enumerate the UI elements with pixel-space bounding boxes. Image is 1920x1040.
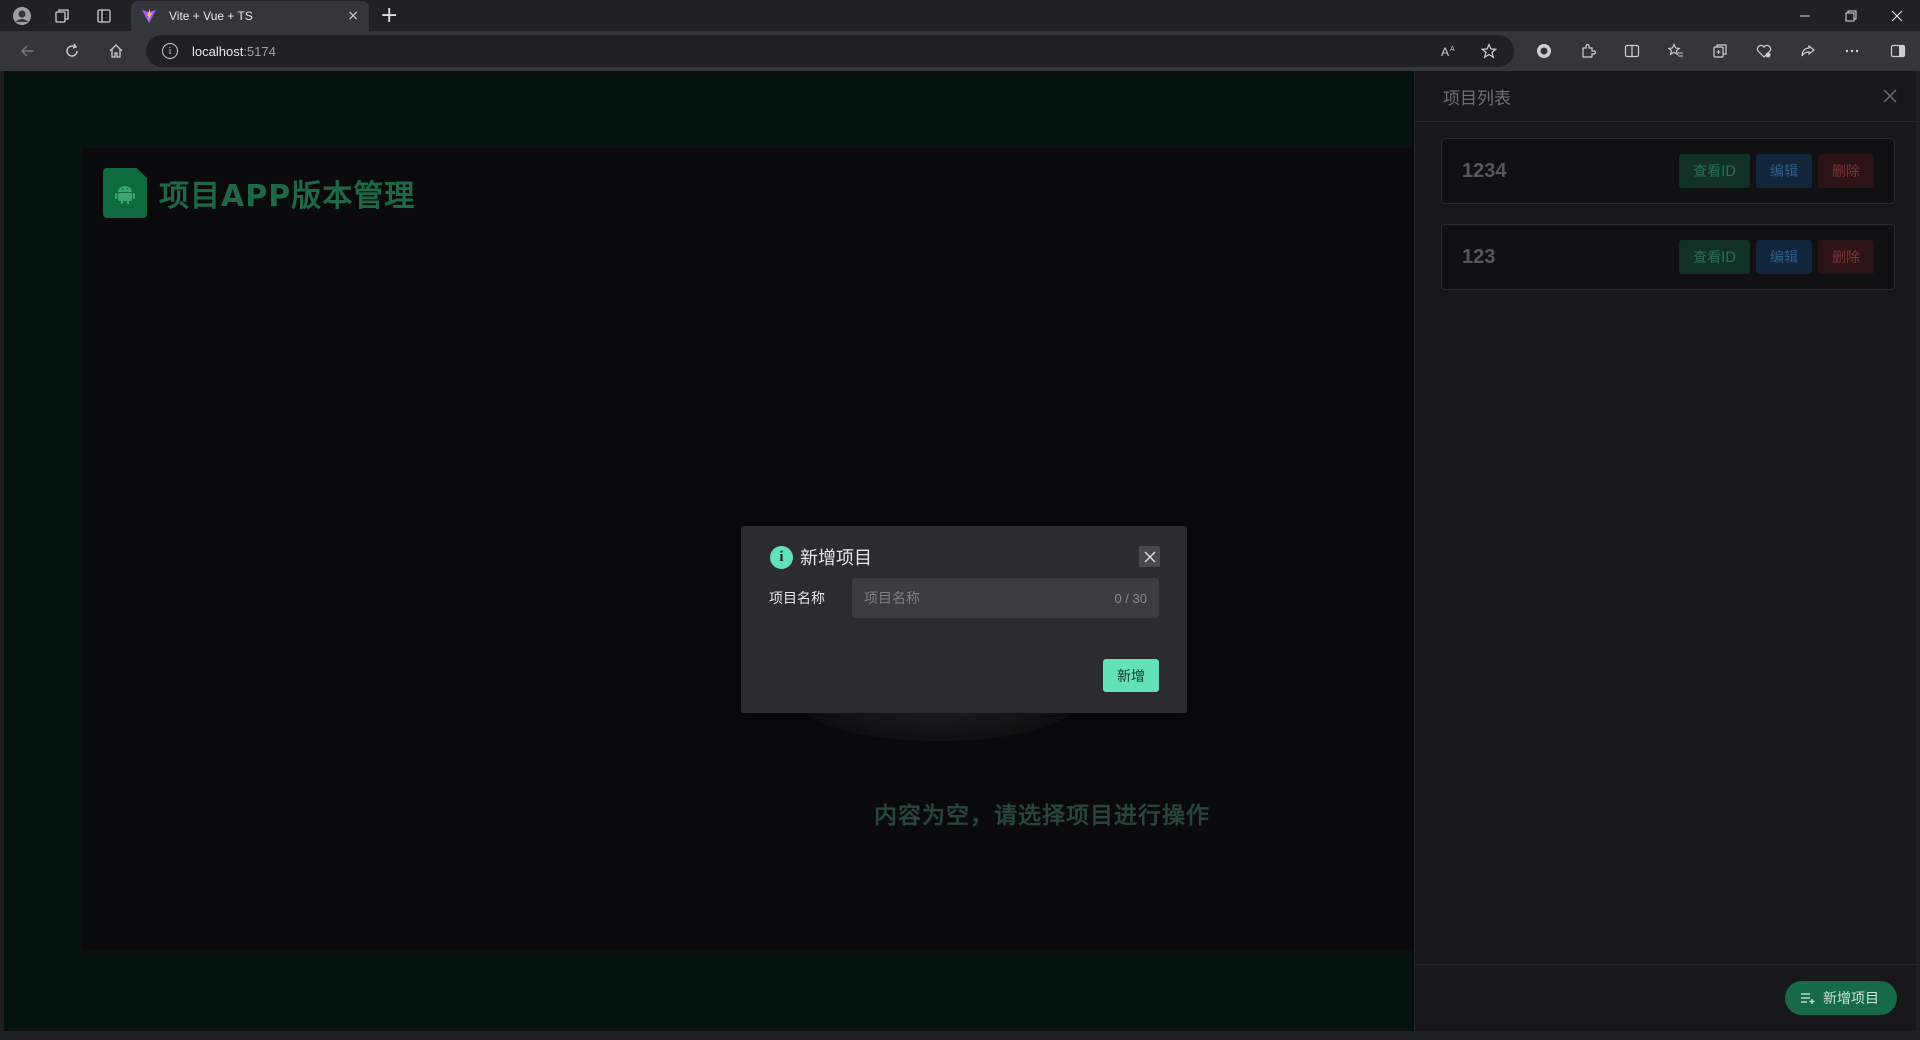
read-aloud-icon[interactable]: AA	[1438, 41, 1460, 61]
share-icon[interactable]	[1796, 39, 1820, 63]
new-project-dialog: i 新增项目 项目名称 项目名称 0 / 30 新增	[741, 526, 1187, 713]
browser-essentials-icon[interactable]	[1752, 39, 1776, 63]
url-text: localhost:5174	[192, 43, 276, 59]
drawer-header: 项目列表	[1415, 71, 1916, 122]
project-name: 123	[1462, 245, 1496, 268]
collections-icon[interactable]	[50, 4, 74, 28]
page-viewport: 项目APP版本管理 内容为空，请选择项目进行操作 项目列表 1234 查看ID …	[4, 71, 1916, 1031]
dialog-header: i 新增项目	[770, 544, 872, 570]
brand-header: 项目APP版本管理	[103, 168, 415, 218]
submit-button[interactable]: 新增	[1103, 659, 1159, 692]
add-list-icon	[1801, 993, 1815, 1004]
add-project-button[interactable]: 新增项目	[1785, 981, 1897, 1015]
more-menu-icon[interactable]	[1840, 39, 1864, 63]
edit-button[interactable]: 编辑	[1756, 154, 1812, 188]
android-icon	[103, 168, 147, 218]
drawer-close-icon[interactable]	[1883, 84, 1897, 108]
restore-icon[interactable]	[1828, 0, 1874, 31]
delete-button[interactable]: 删除	[1818, 154, 1874, 188]
app-title: 项目APP版本管理	[159, 179, 416, 214]
project-name-label: 项目名称	[769, 591, 825, 607]
char-counter: 0 / 30	[1114, 590, 1147, 606]
back-icon[interactable]	[16, 39, 40, 63]
home-icon[interactable]	[104, 39, 128, 63]
browser-toolbar: i localhost:5174 AA	[0, 31, 1920, 71]
site-info-icon[interactable]: i	[162, 43, 178, 59]
project-name-placeholder: 项目名称	[864, 591, 920, 607]
profile-icon[interactable]	[10, 4, 34, 28]
browser-tab-bar: Vite + Vue + TS × +	[0, 0, 1920, 31]
vite-icon	[142, 9, 156, 23]
new-tab-button[interactable]: +	[380, 3, 398, 28]
extensions-icon[interactable]	[1576, 39, 1600, 63]
info-icon: i	[770, 545, 793, 569]
project-name-input[interactable]: 项目名称 0 / 30	[852, 578, 1159, 618]
project-name: 1234	[1462, 159, 1507, 182]
dialog-close-icon[interactable]	[1139, 546, 1160, 567]
edit-button[interactable]: 编辑	[1756, 240, 1812, 274]
collections-toolbar-icon[interactable]	[1708, 39, 1732, 63]
project-card: 123 查看ID 编辑 删除	[1441, 224, 1895, 290]
view-id-button[interactable]: 查看ID	[1679, 240, 1750, 274]
tab-actions-icon[interactable]	[92, 4, 116, 28]
active-tab[interactable]: Vite + Vue + TS ×	[131, 1, 369, 31]
add-project-label: 新增项目	[1823, 991, 1879, 1007]
view-id-button[interactable]: 查看ID	[1679, 154, 1750, 188]
split-screen-icon[interactable]	[1620, 39, 1644, 63]
sidebar-toggle-icon[interactable]	[1886, 39, 1910, 63]
svg-text:A: A	[1441, 45, 1449, 58]
record-icon[interactable]	[1532, 39, 1556, 63]
svg-text:A: A	[1450, 46, 1455, 53]
drawer-footer: 新增项目	[1415, 964, 1916, 1031]
favorites-icon[interactable]	[1664, 39, 1688, 63]
tab-title: Vite + Vue + TS	[169, 9, 253, 23]
address-bar[interactable]: i localhost:5174 AA	[146, 35, 1514, 67]
minimize-icon[interactable]	[1782, 0, 1828, 31]
refresh-icon[interactable]	[60, 39, 84, 63]
drawer-title: 项目列表	[1443, 88, 1511, 109]
favorite-star-icon[interactable]	[1478, 41, 1500, 61]
window-close-icon[interactable]	[1874, 0, 1920, 31]
tab-close-icon[interactable]: ×	[347, 8, 359, 24]
project-card: 1234 查看ID 编辑 删除	[1441, 138, 1895, 204]
empty-state-text: 内容为空，请选择项目进行操作	[874, 803, 1210, 829]
project-list-drawer: 项目列表 1234 查看ID 编辑 删除 123 查看ID 编辑 删除 新增项目	[1414, 71, 1916, 1031]
dialog-title: 新增项目	[800, 548, 872, 569]
window-bottom-edge	[0, 1031, 1920, 1040]
delete-button[interactable]: 删除	[1818, 240, 1874, 274]
